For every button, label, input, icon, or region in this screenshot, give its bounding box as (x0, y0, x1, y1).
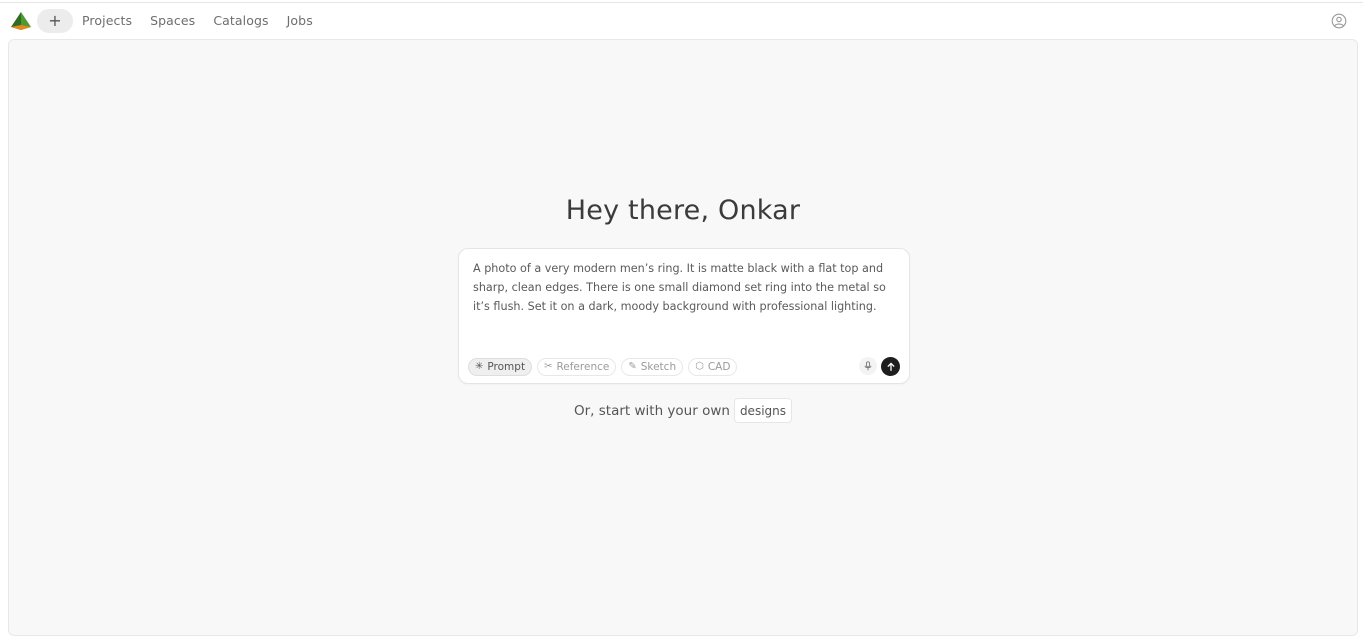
nav-link-spaces[interactable]: Spaces (150, 13, 195, 28)
nav-link-jobs[interactable]: Jobs (287, 13, 313, 28)
prompt-composer[interactable]: A photo of a very modern men’s ring. It … (458, 248, 910, 384)
nav-links: Projects Spaces Catalogs Jobs (82, 13, 331, 28)
top-nav: + Projects Spaces Catalogs Jobs (0, 3, 1363, 39)
mic-button[interactable] (859, 357, 877, 375)
mode-label: Sketch (640, 361, 677, 373)
mode-label: Prompt (487, 361, 526, 373)
mode-selector: ✳ Prompt ✂ Reference ✎ Sketch ⬡ CAD (468, 358, 738, 376)
nav-link-projects[interactable]: Projects (82, 13, 132, 28)
alt-start-text: Or, start with your own (574, 402, 730, 419)
profile-icon[interactable] (1331, 13, 1347, 29)
designs-button[interactable]: designs (733, 398, 792, 423)
mode-sketch-button[interactable]: ✎ Sketch (621, 358, 684, 376)
arrow-up-icon (886, 361, 895, 371)
mode-reference-button[interactable]: ✂ Reference (537, 358, 617, 376)
send-button[interactable] (881, 357, 900, 376)
mode-prompt-button[interactable]: ✳ Prompt (468, 358, 533, 376)
logo-icon[interactable] (11, 12, 31, 30)
prompt-input[interactable]: A photo of a very modern men’s ring. It … (473, 259, 897, 316)
main-canvas: Hey there, Onkar A photo of a very moder… (8, 39, 1358, 636)
mode-label: Reference (556, 361, 610, 373)
pencil-icon: ✎ (628, 361, 637, 372)
asterisk-icon: ✳ (475, 361, 484, 372)
cube-icon: ⬡ (695, 361, 704, 372)
mode-cad-button[interactable]: ⬡ CAD (688, 358, 738, 376)
mode-label: CAD (707, 361, 731, 373)
microphone-icon (864, 361, 872, 371)
alt-start-row: Or, start with your own designs (9, 398, 1357, 423)
nav-link-catalogs[interactable]: Catalogs (213, 13, 268, 28)
scissors-icon: ✂ (544, 361, 553, 372)
new-button[interactable]: + (37, 9, 73, 33)
greeting-heading: Hey there, Onkar (565, 195, 801, 226)
